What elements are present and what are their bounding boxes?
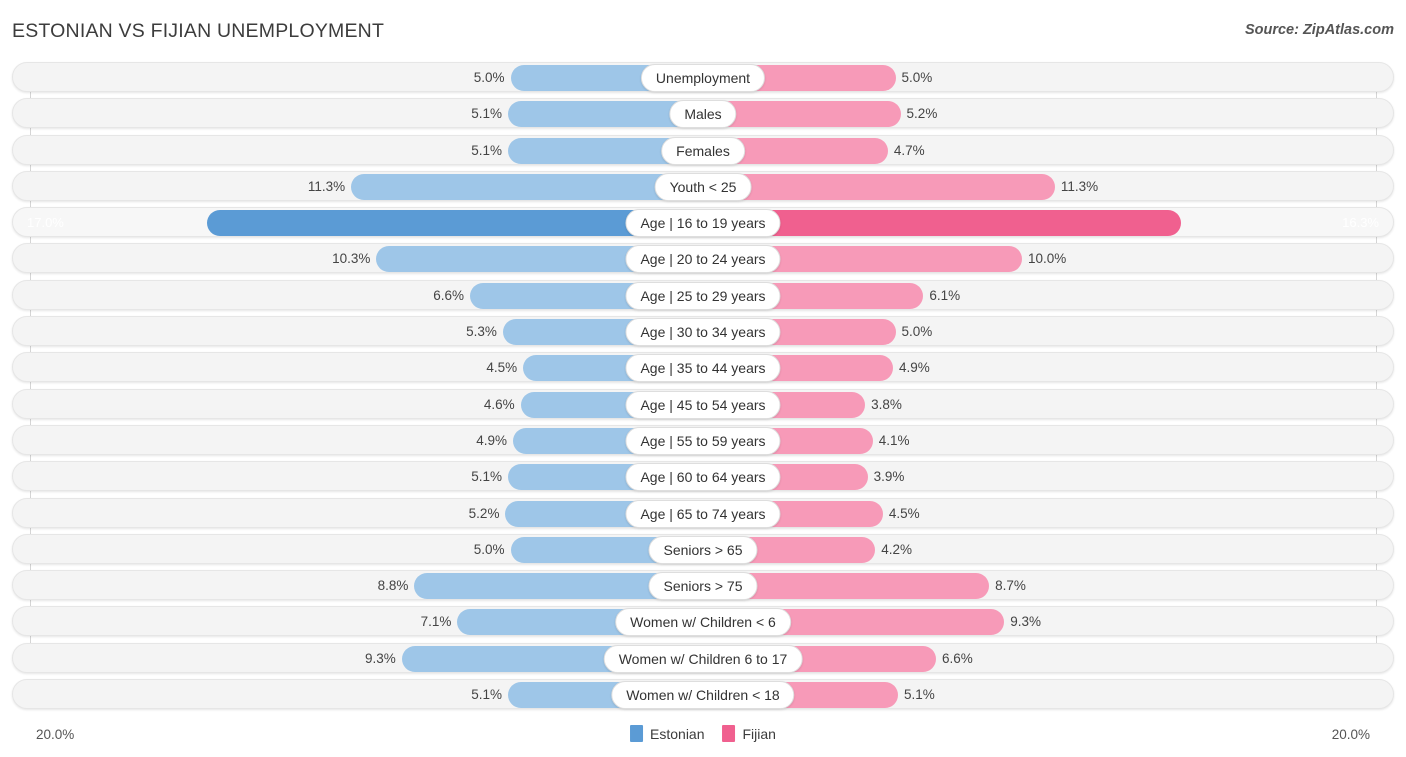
value-estonian: 5.0%: [473, 541, 505, 557]
legend-label: Fijian: [742, 725, 776, 742]
value-estonian: 9.3%: [364, 650, 396, 666]
value-estonian: 7.1%: [420, 614, 452, 630]
value-fijian: 8.7%: [995, 578, 1026, 594]
value-fijian: 5.0%: [901, 324, 933, 340]
bar-estonian: [351, 173, 703, 200]
chart-header: ESTONIAN VS FIJIAN UNEMPLOYMENT Source: …: [0, 0, 1406, 62]
chart-footer: 20.0% Estonian Fijian 20.0%: [0, 717, 1406, 757]
row-category-label: Seniors > 75: [648, 572, 758, 601]
row-category-label: Age | 60 to 64 years: [625, 463, 781, 492]
value-fijian: 3.9%: [873, 469, 905, 485]
value-fijian: 4.1%: [878, 432, 910, 448]
row-category-label: Seniors > 65: [648, 535, 758, 564]
row-category-label: Females: [661, 136, 745, 165]
chart-row[interactable]: 5.0% 4.2% Seniors > 65: [12, 533, 1394, 564]
value-estonian: 4.6%: [483, 396, 515, 412]
value-fijian: 3.8%: [871, 396, 902, 412]
value-fijian: 9.3%: [1010, 614, 1042, 630]
row-category-label: Unemployment: [640, 64, 766, 92]
chart-legend: Estonian Fijian: [630, 725, 776, 742]
legend-label: Estonian: [650, 725, 705, 742]
value-fijian: 4.2%: [881, 541, 913, 557]
row-category-label: Age | 16 to 19 years: [625, 209, 781, 238]
row-category-label: Males: [669, 100, 737, 129]
value-fijian: 5.0%: [901, 70, 933, 85]
row-category-label: Women w/ Children < 18: [611, 681, 795, 710]
chart-row[interactable]: 4.6% 3.8% Age | 45 to 54 years: [12, 388, 1394, 419]
chart-row[interactable]: 5.1% 4.7% Females: [12, 134, 1394, 165]
row-category-label: Women w/ Children 6 to 17: [603, 644, 803, 673]
chart-row[interactable]: 5.1% 5.2% Males: [12, 98, 1394, 129]
chart-row[interactable]: 9.3% 6.6% Women w/ Children 6 to 17: [12, 642, 1394, 673]
chart-row[interactable]: 11.3% 11.3% Youth < 25: [12, 170, 1394, 201]
value-estonian: 8.8%: [377, 578, 409, 594]
value-estonian: 5.1%: [471, 469, 502, 485]
row-category-label: Women w/ Children < 6: [615, 608, 791, 637]
value-fijian: 4.7%: [893, 142, 925, 158]
value-fijian: 5.2%: [906, 106, 938, 122]
axis-label-right: 20.0%: [1331, 727, 1370, 742]
chart-row[interactable]: 5.2% 4.5% Age | 65 to 74 years: [12, 497, 1394, 528]
source-attribution: Source: ZipAtlas.com: [1244, 22, 1394, 38]
value-estonian: 5.1%: [471, 106, 502, 122]
chart-plot-area: 5.0% 5.0% Unemployment 5.1% 5.2% Males 5.1% 4.7…: [0, 62, 1406, 717]
value-estonian: 5.2%: [468, 505, 500, 521]
row-category-label: Age | 55 to 59 years: [625, 426, 781, 455]
value-estonian: 10.3%: [332, 251, 371, 267]
value-estonian: 5.1%: [471, 142, 502, 158]
chart-row[interactable]: 7.1% 9.3% Women w/ Children < 6: [12, 606, 1394, 637]
chart-row[interactable]: 6.6% 6.1% Age | 25 to 29 years: [12, 279, 1394, 310]
value-fijian: 16.3%: [1342, 215, 1379, 231]
legend-swatch-icon: [722, 725, 736, 742]
value-fijian: 4.9%: [898, 360, 930, 376]
value-estonian: 17.0%: [27, 215, 64, 231]
axis-label-left: 20.0%: [36, 727, 75, 742]
legend-swatch-icon: [630, 725, 644, 742]
chart-row[interactable]: 5.1% 5.1% Women w/ Children < 18: [12, 679, 1394, 710]
row-category-label: Youth < 25: [654, 172, 752, 201]
value-fijian: 10.0%: [1028, 251, 1067, 267]
value-fijian: 6.1%: [929, 287, 961, 303]
legend-item[interactable]: Estonian: [630, 725, 705, 742]
value-fijian: 4.5%: [888, 505, 920, 521]
row-category-label: Age | 20 to 24 years: [625, 245, 781, 274]
value-fijian: 11.3%: [1060, 178, 1099, 194]
chart-rows: 5.0% 5.0% Unemployment 5.1% 5.2% Males 5.1% 4.7…: [0, 62, 1406, 715]
value-fijian: 5.1%: [904, 687, 935, 703]
page-title: ESTONIAN VS FIJIAN UNEMPLOYMENT: [12, 20, 385, 42]
value-fijian: 6.6%: [941, 650, 973, 666]
chart-row[interactable]: 4.9% 4.1% Age | 55 to 59 years: [12, 424, 1394, 455]
chart-row[interactable]: 5.3% 5.0% Age | 30 to 34 years: [12, 316, 1394, 347]
value-estonian: 4.9%: [476, 432, 508, 448]
value-estonian: 5.0%: [473, 70, 505, 85]
bar-fijian: [703, 173, 1055, 200]
value-estonian: 11.3%: [307, 178, 346, 194]
value-estonian: 4.5%: [486, 360, 518, 376]
row-category-label: Age | 45 to 54 years: [625, 390, 781, 419]
chart-row[interactable]: 8.8% 8.7% Seniors > 75: [12, 570, 1394, 601]
row-category-label: Age | 35 to 44 years: [625, 354, 781, 383]
value-estonian: 6.6%: [433, 287, 465, 303]
chart-row[interactable]: 5.1% 3.9% Age | 60 to 64 years: [12, 461, 1394, 492]
legend-item[interactable]: Fijian: [722, 725, 776, 742]
chart-row[interactable]: 4.5% 4.9% Age | 35 to 44 years: [12, 352, 1394, 383]
chart-row[interactable]: 10.3% 10.0% Age | 20 to 24 years: [12, 243, 1394, 274]
row-category-label: Age | 65 to 74 years: [625, 499, 781, 528]
value-estonian: 5.1%: [471, 687, 502, 703]
value-estonian: 5.3%: [466, 324, 497, 340]
row-category-label: Age | 30 to 34 years: [625, 318, 781, 347]
chart-row[interactable]: 5.0% 5.0% Unemployment: [12, 62, 1394, 92]
row-category-label: Age | 25 to 29 years: [625, 281, 781, 310]
chart-row[interactable]: 17.0% 16.3% Age | 16 to 19 years: [12, 207, 1394, 238]
